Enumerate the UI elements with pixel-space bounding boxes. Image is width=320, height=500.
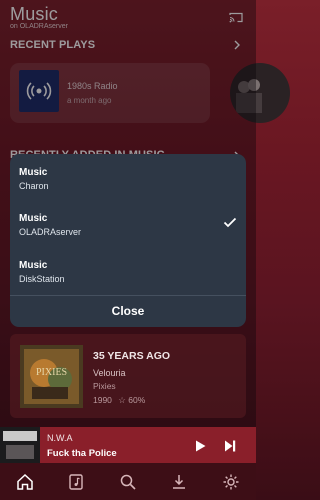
history-rating: 60%	[128, 395, 146, 405]
server-option-charon[interactable]: Music Charon	[10, 154, 246, 201]
download-icon[interactable]	[169, 472, 189, 492]
server-option-server: OLADRAserver	[19, 227, 82, 237]
server-option-diskstation[interactable]: Music DiskStation	[10, 248, 246, 295]
search-icon[interactable]	[118, 472, 138, 492]
play-icon[interactable]	[195, 440, 206, 452]
server-option-server: DiskStation	[19, 274, 65, 284]
history-year: 1990	[93, 395, 112, 405]
server-option-server: Charon	[19, 181, 49, 191]
history-meta: 1990 ☆ 60%	[93, 395, 145, 406]
history-artist: Pixies	[93, 381, 116, 391]
star-icon: ☆	[118, 395, 126, 405]
album-art: PIXIES	[20, 345, 83, 408]
server-picker-sheet: Music Charon Music OLADRAserver Music Di…	[10, 154, 246, 327]
history-title: 35 YEARS AGO	[93, 350, 171, 362]
svg-text:PIXIES: PIXIES	[36, 367, 67, 378]
server-option-oladraserver[interactable]: Music OLADRAserver	[10, 201, 246, 248]
history-song: Velouria	[93, 368, 126, 378]
settings-gear-icon[interactable]	[221, 472, 241, 492]
checkmark-icon	[223, 217, 237, 228]
now-playing-title: Fuck tha Police	[47, 448, 117, 459]
server-option-library: Music	[19, 167, 48, 178]
home-icon[interactable]	[15, 472, 35, 492]
music-library-icon[interactable]	[66, 472, 86, 492]
skip-next-icon[interactable]	[224, 440, 236, 452]
now-playing-art	[0, 427, 40, 463]
now-playing-artist: N.W.A	[47, 433, 73, 443]
server-option-library: Music	[19, 260, 48, 271]
close-button[interactable]: Close	[10, 296, 246, 327]
server-option-library: Music	[19, 213, 48, 224]
